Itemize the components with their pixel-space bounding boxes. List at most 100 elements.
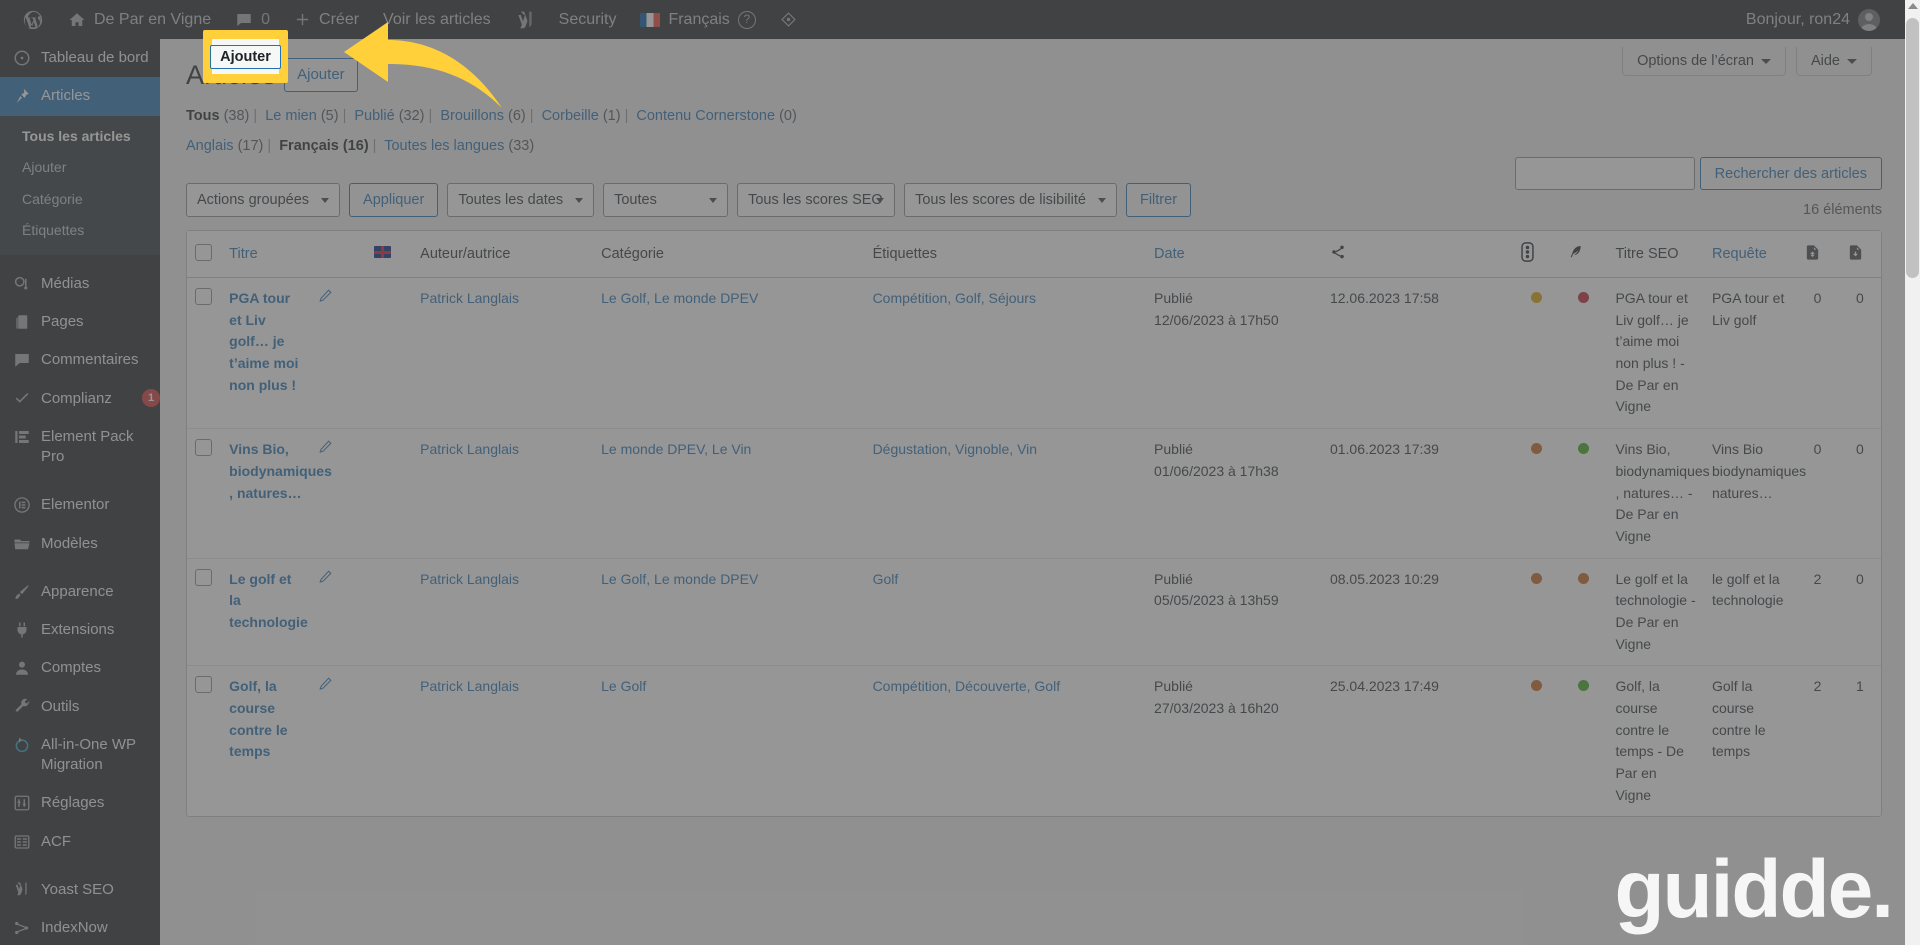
admin-bar-language[interactable]: Français ?	[628, 0, 767, 39]
sidebar-item-commentaires[interactable]: Commentaires	[0, 341, 160, 379]
status-link-le-mien[interactable]: Le mien	[265, 108, 317, 124]
language-link-toutes-les-langues[interactable]: Toutes les langues	[384, 138, 504, 154]
sidebar-item-yoast-seo[interactable]: Yoast SEO	[0, 871, 160, 909]
sidebar-label: Complianz	[41, 389, 112, 407]
category-links[interactable]: Le monde DPEV, Le Vin	[601, 441, 751, 457]
sidebar-label: Médias	[41, 274, 90, 292]
screen-options-button[interactable]: Options de l’écran	[1622, 47, 1786, 76]
plus-icon	[296, 13, 309, 26]
row-title-cell: Vins Bio, biodynamiques , natures…	[221, 429, 332, 559]
submenu-item-etiquettes[interactable]: Étiquettes	[0, 215, 160, 247]
language-link-francais[interactable]: Français (16)	[279, 138, 368, 154]
submenu-item-tous-les-articles[interactable]: Tous les articles	[0, 121, 160, 153]
seo-score-filter-select[interactable]: Tous les scores SEO	[737, 183, 896, 217]
row-readability-cell	[1560, 278, 1608, 430]
sidebar-item-acf[interactable]: ACF	[0, 823, 160, 861]
row-checkbox[interactable]	[195, 439, 212, 457]
category-links[interactable]: Le Golf, Le monde DPEV	[601, 290, 758, 306]
comments-icon	[11, 350, 32, 369]
diamond-icon	[781, 12, 796, 27]
col-keyword-sort-link[interactable]: Requête	[1712, 246, 1767, 262]
sidebar-item-articles[interactable]: Articles	[0, 77, 160, 116]
author-link[interactable]: Patrick Langlais	[420, 678, 519, 694]
row-checkbox[interactable]	[195, 676, 212, 694]
sidebar-item-pages[interactable]: Pages	[0, 303, 160, 341]
admin-bar-new-content[interactable]: Créer	[282, 0, 371, 39]
author-link[interactable]: Patrick Langlais	[420, 571, 519, 587]
edit-pencil-icon[interactable]	[318, 289, 333, 306]
sidebar-item-medias[interactable]: Médias	[0, 265, 160, 303]
posts-table: Titre Auteur/autrice Catégorie Étiquette…	[186, 230, 1882, 818]
edit-pencil-icon[interactable]	[318, 677, 333, 694]
col-date: Date	[1146, 231, 1322, 278]
row-incoming-links-cell: 0	[1796, 278, 1839, 430]
wordpress-logo-icon[interactable]	[10, 0, 56, 39]
help-circle-icon[interactable]: ?	[737, 10, 756, 29]
admin-bar-my-account[interactable]: Bonjour, ron24	[1734, 0, 1892, 39]
readability-score-filter-select[interactable]: Tous les scores de lisibilité	[904, 183, 1117, 217]
submenu-item-ajouter[interactable]: Ajouter	[0, 152, 160, 184]
sidebar-item-comptes[interactable]: Comptes	[0, 649, 160, 687]
submenu-item-categorie[interactable]: Catégorie	[0, 184, 160, 216]
sidebar-item-tableau-de-bord[interactable]: Tableau de bord	[0, 39, 160, 77]
sidebar-label: Outils	[41, 697, 80, 715]
tag-links[interactable]: Golf	[873, 571, 899, 587]
add-post-button[interactable]: Ajouter	[284, 58, 358, 92]
apply-button[interactable]: Appliquer	[349, 183, 439, 217]
sidebar-item-outils[interactable]: Outils	[0, 688, 160, 726]
readability-score-filter-label: Tous les scores de lisibilité	[915, 192, 1086, 208]
sidebar-item-reglages[interactable]: Réglages	[0, 784, 160, 822]
tag-links[interactable]: Compétition, Golf, Séjours	[873, 290, 1036, 306]
edit-pencil-icon[interactable]	[318, 570, 333, 587]
status-link-publie[interactable]: Publié	[354, 108, 394, 124]
col-title-sort-link[interactable]: Titre	[229, 246, 257, 262]
row-checkbox[interactable]	[195, 288, 212, 305]
status-link-tous[interactable]: Tous	[186, 108, 220, 124]
filter-button[interactable]: Filtrer	[1125, 183, 1192, 217]
admin-bar-yoast[interactable]	[503, 0, 547, 39]
row-checkbox[interactable]	[195, 568, 212, 586]
select-all-checkbox[interactable]	[195, 243, 212, 261]
sidebar-label: Extensions	[41, 621, 115, 639]
sidebar-item-extensions[interactable]: Extensions	[0, 611, 160, 649]
tag-links[interactable]: Dégustation, Vignoble, Vin	[873, 441, 1038, 457]
date-filter-select[interactable]: Toutes les dates	[447, 183, 595, 217]
sidebar-item-apparence[interactable]: Apparence	[0, 573, 160, 611]
highlighted-add-button[interactable]: Ajouter	[210, 44, 281, 69]
admin-bar-view-posts[interactable]: Voir les articles	[371, 0, 503, 39]
bulk-actions-select[interactable]: Actions groupées	[186, 183, 341, 217]
admin-bar-site-name[interactable]: De Par en Vigne	[56, 0, 223, 39]
scroll-up-arrow-icon[interactable]	[1908, 3, 1918, 9]
sidebar-item-indexnow[interactable]: IndexNow	[0, 909, 160, 945]
sidebar-item-complianz[interactable]: Complianz 1	[0, 380, 160, 418]
status-count-corbeille: (1)	[602, 108, 621, 124]
sidebar-item-modeles[interactable]: Modèles	[0, 525, 160, 563]
page-scrollbar-thumb[interactable]	[1906, 18, 1919, 278]
language-link-anglais[interactable]: Anglais	[186, 138, 234, 154]
col-date-sort-link[interactable]: Date	[1154, 246, 1185, 262]
sidebar-item-all-in-one-wp-migration[interactable]: All-in-One WP Migration	[0, 726, 160, 785]
help-button[interactable]: Aide	[1795, 47, 1872, 76]
post-title-link[interactable]: Golf, la course contre le temps	[229, 678, 287, 759]
admin-bar-extra-icon[interactable]	[768, 0, 809, 39]
post-title-link[interactable]: PGA tour et Liv golf… je t’aime moi non …	[229, 290, 298, 393]
status-link-brouillons[interactable]: Brouillons	[440, 108, 504, 124]
tag-links[interactable]: Compétition, Découverte, Golf	[873, 678, 1061, 694]
admin-bar-security[interactable]: Security	[547, 0, 629, 39]
edit-pencil-icon[interactable]	[318, 440, 333, 457]
status-link-contenu-cornerstone[interactable]: Contenu Cornerstone	[636, 108, 775, 124]
category-links[interactable]: Le Golf, Le monde DPEV	[601, 571, 758, 587]
status-link-corbeille[interactable]: Corbeille	[542, 108, 599, 124]
col-select-all	[187, 231, 222, 278]
readability-score-dot	[1578, 572, 1590, 584]
category-filter-select[interactable]: Toutes	[603, 183, 729, 217]
sidebar-item-element-pack-pro[interactable]: Element Pack Pro	[0, 418, 160, 477]
row-date-cell: Publié 01/06/2023 à 17h38	[1146, 429, 1322, 559]
category-links[interactable]: Le Golf	[601, 678, 646, 694]
post-title-link[interactable]: Le golf et la technologie	[229, 571, 308, 630]
sidebar-item-elementor[interactable]: Elementor	[0, 486, 160, 524]
author-link[interactable]: Patrick Langlais	[420, 290, 519, 306]
post-date: 01/06/2023 à 17h38	[1154, 462, 1279, 479]
author-link[interactable]: Patrick Langlais	[420, 441, 519, 457]
guidde-highlight-box: Ajouter	[203, 30, 288, 83]
